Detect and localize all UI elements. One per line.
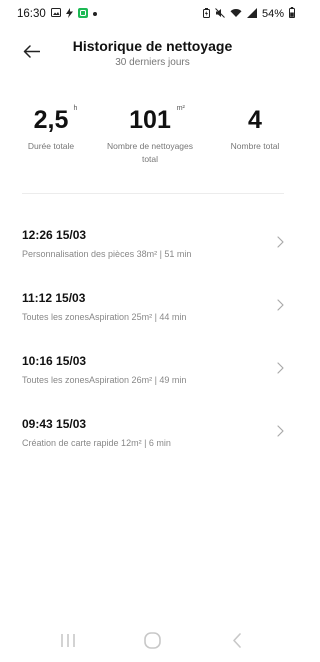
page-subtitle: 30 derniers jours bbox=[115, 57, 190, 68]
stat-value-text: 2,5 bbox=[33, 106, 69, 134]
stat-value: 4 bbox=[248, 105, 262, 135]
stat-label: Durée totale bbox=[27, 141, 75, 151]
stat-label: Nombre de nettoyages total bbox=[107, 141, 193, 164]
image-icon bbox=[50, 8, 61, 20]
stat-label: Nombre total bbox=[230, 141, 280, 151]
mute-icon bbox=[215, 7, 225, 21]
stat-total-duration: 2,5 h Durée totale bbox=[20, 105, 82, 153]
back-icon[interactable] bbox=[232, 633, 242, 648]
list-item[interactable]: 10:16 15/03 Toutes les zonesAspiration 2… bbox=[0, 344, 305, 392]
stat-value: 2,5 h bbox=[33, 105, 78, 135]
wifi-icon bbox=[230, 8, 242, 21]
dot-icon bbox=[92, 12, 97, 16]
status-right: 54% bbox=[202, 7, 295, 21]
list-item[interactable]: 12:26 15/03 Personnalisation des pièces … bbox=[0, 218, 305, 266]
status-time: 16:30 bbox=[17, 8, 46, 20]
app-notification-icon bbox=[77, 7, 88, 21]
chevron-right-icon bbox=[277, 425, 284, 437]
chevron-right-icon bbox=[277, 299, 284, 311]
battery-percent: 54% bbox=[261, 8, 284, 20]
record-detail: Toutes les zonesAspiration 26m² | 49 min bbox=[22, 375, 187, 385]
record-detail: Création de carte rapide 12m² | 6 min bbox=[22, 438, 171, 448]
recent-apps-icon[interactable] bbox=[60, 633, 76, 648]
battery-icon bbox=[289, 7, 295, 21]
record-time: 12:26 15/03 bbox=[22, 228, 87, 242]
record-time: 09:43 15/03 bbox=[22, 417, 87, 431]
battery-saver-icon bbox=[202, 7, 210, 21]
flash-icon bbox=[65, 7, 73, 21]
stat-value-text: 4 bbox=[248, 106, 262, 134]
stat-value: 101 m² bbox=[129, 105, 185, 135]
signal-icon bbox=[246, 7, 257, 21]
status-left: 16:30 bbox=[17, 7, 97, 21]
stats-summary: 2,5 h Durée totale 101 m² Nombre de nettoy… bbox=[0, 105, 305, 175]
record-time: 10:16 15/03 bbox=[22, 354, 87, 368]
stat-total-count: 4 Nombre total bbox=[222, 105, 288, 153]
list-item[interactable]: 11:12 15/03 Toutes les zonesAspiration 2… bbox=[0, 281, 305, 329]
home-icon[interactable] bbox=[144, 632, 161, 649]
chevron-right-icon bbox=[277, 236, 284, 248]
page-title: Historique de nettoyage bbox=[72, 38, 233, 54]
divider bbox=[22, 193, 284, 194]
stat-unit: h bbox=[73, 105, 78, 112]
list-item[interactable]: 09:43 15/03 Création de carte rapide 12m… bbox=[0, 407, 305, 455]
stat-unit: m² bbox=[176, 105, 185, 112]
stat-total-area: 101 m² Nombre de nettoyages total bbox=[102, 105, 198, 166]
record-detail: Toutes les zonesAspiration 25m² | 44 min bbox=[22, 312, 187, 322]
header: Historique de nettoyage 30 derniers jour… bbox=[0, 30, 305, 80]
system-navigation-bar bbox=[0, 625, 305, 657]
record-time: 11:12 15/03 bbox=[22, 291, 86, 305]
status-bar: 16:30 54% bbox=[0, 0, 305, 28]
record-detail: Personnalisation des pièces 38m² | 51 mi… bbox=[22, 249, 192, 259]
stat-value-text: 101 bbox=[129, 106, 171, 134]
chevron-right-icon bbox=[277, 362, 284, 374]
